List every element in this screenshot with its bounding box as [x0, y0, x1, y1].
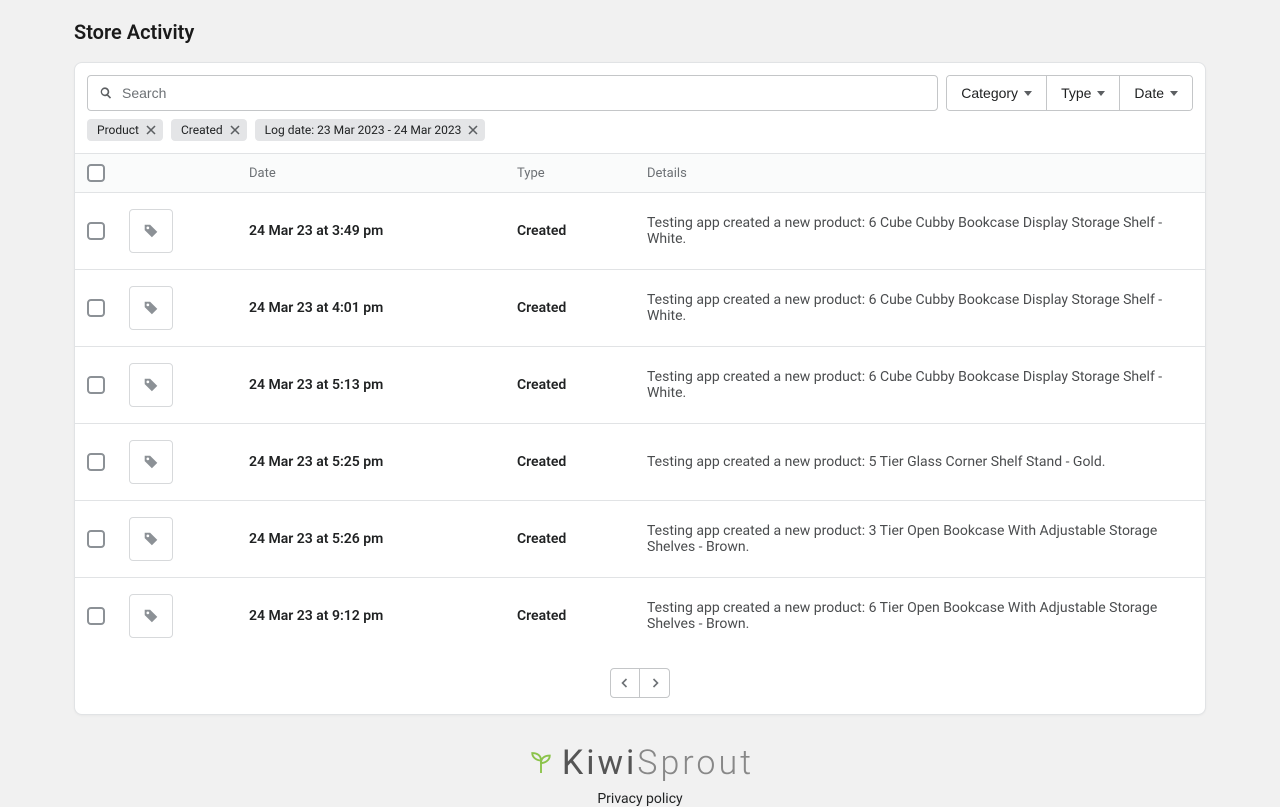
row-type: Created — [517, 531, 647, 547]
close-icon[interactable] — [229, 124, 241, 136]
chevron-down-icon — [1097, 91, 1105, 96]
sprout-icon — [526, 748, 556, 778]
row-icon-box — [129, 209, 173, 253]
row-checkbox[interactable] — [87, 530, 105, 548]
row-checkbox[interactable] — [87, 376, 105, 394]
row-date: 24 Mar 23 at 9:12 pm — [249, 608, 517, 624]
chip-product[interactable]: Product — [87, 119, 163, 141]
brand-sprout: Sprout — [637, 743, 754, 783]
search-icon — [98, 85, 114, 101]
row-checkbox[interactable] — [87, 222, 105, 240]
page-footer: KiwiSprout Privacy policy — [74, 743, 1206, 807]
tag-icon — [142, 376, 160, 394]
chevron-down-icon — [1024, 91, 1032, 96]
privacy-link[interactable]: Privacy policy — [74, 791, 1206, 807]
row-checkbox[interactable] — [87, 453, 105, 471]
row-type: Created — [517, 454, 647, 470]
tag-icon — [142, 607, 160, 625]
row-details: Testing app created a new product: 6 Cub… — [647, 292, 1193, 324]
close-icon[interactable] — [467, 124, 479, 136]
activity-card: Category Type Date Product Created — [74, 62, 1206, 715]
row-icon-box — [129, 594, 173, 638]
filter-category-label: Category — [961, 85, 1018, 101]
chip-label: Product — [97, 123, 139, 137]
row-checkbox[interactable] — [87, 607, 105, 625]
row-type: Created — [517, 223, 647, 239]
row-type: Created — [517, 300, 647, 316]
row-details: Testing app created a new product: 6 Tie… — [647, 600, 1193, 632]
toolbar: Category Type Date — [75, 63, 1205, 119]
row-date: 24 Mar 23 at 4:01 pm — [249, 300, 517, 316]
row-type: Created — [517, 377, 647, 393]
chevron-left-icon — [620, 677, 630, 689]
row-type: Created — [517, 608, 647, 624]
table-row[interactable]: 24 Mar 23 at 9:12 pm Created Testing app… — [75, 578, 1205, 654]
chip-created[interactable]: Created — [171, 119, 247, 141]
tag-icon — [142, 299, 160, 317]
row-icon-box — [129, 517, 173, 561]
next-page-button[interactable] — [640, 668, 670, 698]
row-details: Testing app created a new product: 6 Cub… — [647, 369, 1193, 401]
col-date-header: Date — [249, 166, 517, 181]
filter-type-label: Type — [1061, 85, 1091, 101]
row-date: 24 Mar 23 at 5:25 pm — [249, 454, 517, 470]
prev-page-button[interactable] — [610, 668, 640, 698]
tag-icon — [142, 222, 160, 240]
search-field-wrap — [87, 75, 938, 111]
table-row[interactable]: 24 Mar 23 at 5:26 pm Created Testing app… — [75, 501, 1205, 578]
row-details: Testing app created a new product: 5 Tie… — [647, 454, 1193, 470]
filter-category-button[interactable]: Category — [947, 76, 1046, 110]
close-icon[interactable] — [145, 124, 157, 136]
pagination — [75, 654, 1205, 714]
brand-logo: KiwiSprout — [526, 743, 754, 783]
filter-group: Category Type Date — [946, 75, 1193, 111]
row-date: 24 Mar 23 at 5:26 pm — [249, 531, 517, 547]
row-icon-box — [129, 440, 173, 484]
chevron-right-icon — [650, 677, 660, 689]
row-details: Testing app created a new product: 3 Tie… — [647, 523, 1193, 555]
row-details: Testing app created a new product: 6 Cub… — [647, 215, 1193, 247]
table-row[interactable]: 24 Mar 23 at 5:13 pm Created Testing app… — [75, 347, 1205, 424]
table-row[interactable]: 24 Mar 23 at 4:01 pm Created Testing app… — [75, 270, 1205, 347]
table-row[interactable]: 24 Mar 23 at 5:25 pm Created Testing app… — [75, 424, 1205, 501]
row-date: 24 Mar 23 at 3:49 pm — [249, 223, 517, 239]
filter-date-button[interactable]: Date — [1119, 76, 1192, 110]
row-icon-box — [129, 363, 173, 407]
table-row[interactable]: 24 Mar 23 at 3:49 pm Created Testing app… — [75, 193, 1205, 270]
table-header: Date Type Details — [75, 153, 1205, 193]
chip-logdate[interactable]: Log date: 23 Mar 2023 - 24 Mar 2023 — [255, 119, 486, 141]
row-icon-box — [129, 286, 173, 330]
filter-date-label: Date — [1134, 85, 1164, 101]
chevron-down-icon — [1170, 91, 1178, 96]
col-type-header: Type — [517, 166, 647, 181]
chip-label: Created — [181, 123, 223, 137]
search-input[interactable] — [114, 85, 927, 101]
filter-chips: Product Created Log date: 23 Mar 2023 - … — [75, 119, 1205, 153]
select-all-checkbox[interactable] — [87, 164, 105, 182]
row-date: 24 Mar 23 at 5:13 pm — [249, 377, 517, 393]
tag-icon — [142, 530, 160, 548]
col-details-header: Details — [647, 166, 1193, 181]
filter-type-button[interactable]: Type — [1046, 76, 1119, 110]
page-title: Store Activity — [74, 20, 1206, 44]
tag-icon — [142, 453, 160, 471]
chip-label: Log date: 23 Mar 2023 - 24 Mar 2023 — [265, 123, 462, 137]
brand-kiwi: Kiwi — [562, 743, 637, 783]
row-checkbox[interactable] — [87, 299, 105, 317]
